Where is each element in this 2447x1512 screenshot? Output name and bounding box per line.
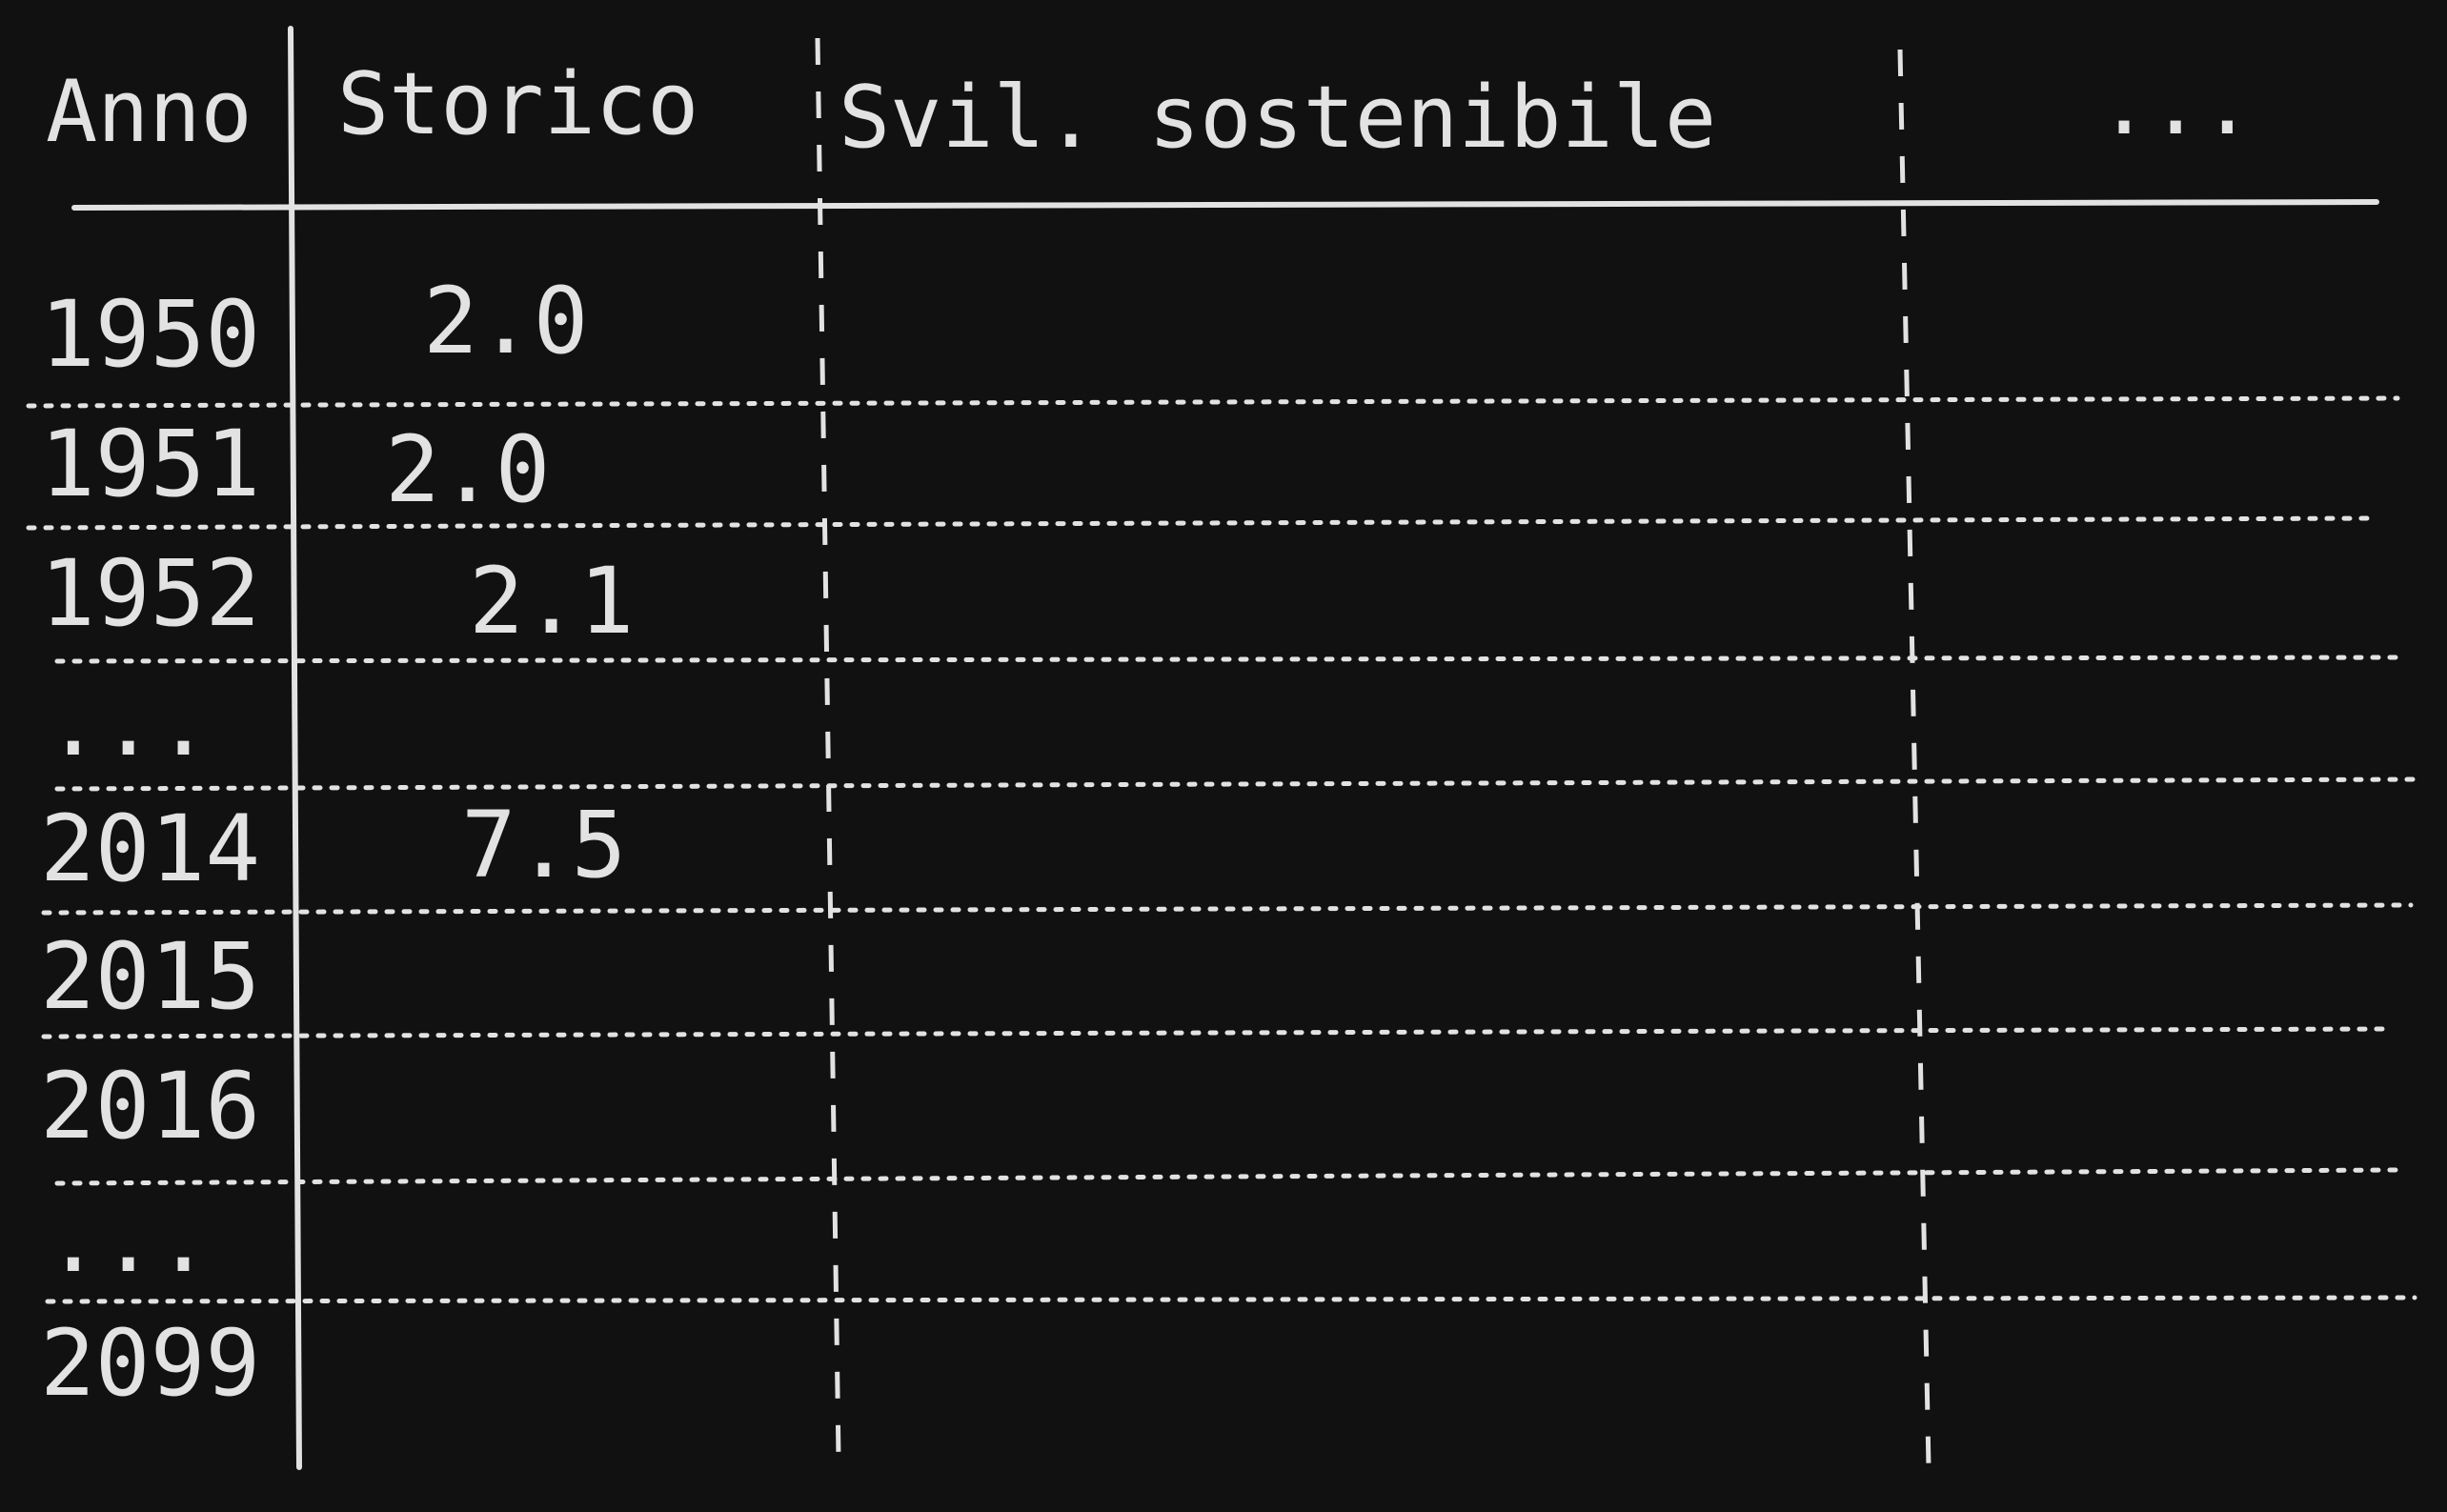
- row-year: 2015: [40, 923, 260, 1030]
- sketch-table: Anno Storico Svil. sostenibile ... 1950 …: [0, 0, 2447, 1512]
- row-year: 1950: [40, 281, 260, 388]
- row-year: 2016: [40, 1053, 260, 1159]
- row-historical-value: 2.0: [423, 268, 588, 374]
- year-column-divider: [288, 26, 302, 1470]
- row-historical-value: 2.0: [385, 416, 550, 523]
- row-year-ellipsis: ...: [46, 1186, 211, 1293]
- header-year: Anno: [46, 62, 253, 162]
- header-separator-line: [71, 199, 2379, 211]
- row-separator: [54, 776, 2423, 792]
- row-year: 2099: [40, 1310, 260, 1417]
- row-separator: [41, 1026, 2387, 1039]
- row-year: 1952: [40, 540, 260, 647]
- header-sustainable: Svil. sostenibile: [839, 68, 1716, 168]
- sustainable-column-divider: [1897, 49, 1931, 1468]
- row-separator: [45, 1295, 2417, 1304]
- row-year: 1951: [40, 411, 260, 517]
- row-year: 2014: [40, 796, 260, 902]
- row-separator: [41, 902, 2414, 916]
- row-separator: [54, 1167, 2398, 1186]
- header-historical: Storico: [337, 54, 698, 154]
- row-separator: [26, 395, 2400, 409]
- sketch-table-drawing: Anno Storico Svil. sostenibile ... 1950 …: [26, 26, 2423, 1470]
- row-historical-value: 2.1: [469, 548, 634, 655]
- row-historical-value: 7.5: [461, 792, 626, 898]
- historical-column-divider: [815, 37, 841, 1459]
- row-separator: [54, 655, 2404, 664]
- row-year-ellipsis: ...: [46, 670, 211, 776]
- row-separator: [26, 515, 2374, 531]
- header-more: ...: [2098, 54, 2254, 154]
